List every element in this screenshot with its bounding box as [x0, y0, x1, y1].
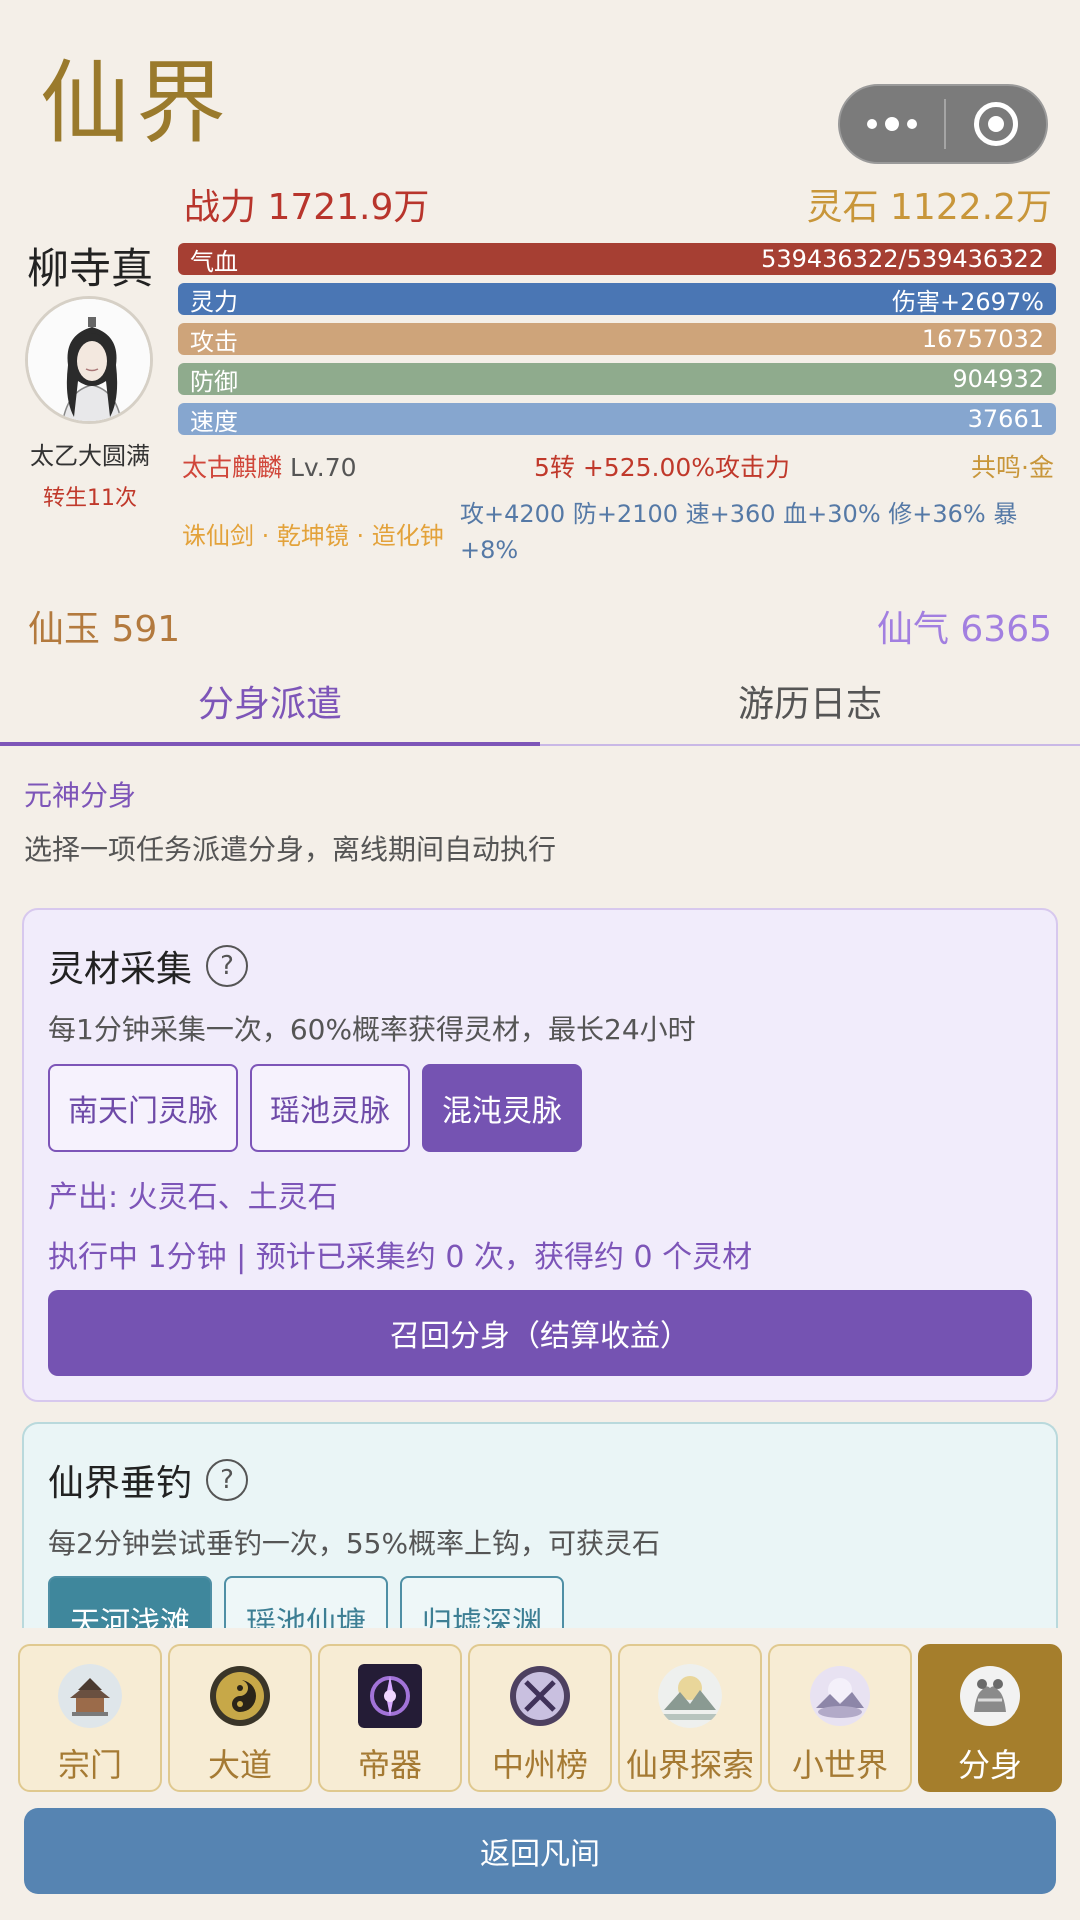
return-mortal-button[interactable]: 返回凡间 [24, 1808, 1056, 1894]
stat-value: 37661 [967, 405, 1044, 433]
nav-label: 仙界探索 [625, 1746, 754, 1784]
tab-clone-dispatch[interactable]: 分身派遣 [0, 660, 540, 746]
nav-immortal-explore[interactable]: 仙界探索 [618, 1644, 762, 1792]
nav-label: 宗门 [57, 1746, 122, 1784]
treasure-list: 诛仙剑 · 乾坤镜 · 造化钟 [182, 522, 444, 550]
stat-bar-spirit: 灵力 伤害+2697% [178, 283, 1056, 316]
fishing-card: 仙界垂钓 ? 每2分钟尝试垂钓一次，55%概率上钩，可获灵石 天河浅滩 瑶池仙塘… [22, 1422, 1058, 1642]
jade-count: 仙玉 591 [28, 609, 181, 650]
page-title: 仙界 [40, 51, 232, 156]
ranking-swords-icon [508, 1664, 572, 1728]
vein-options: 南天门灵脉 瑶池灵脉 混沌灵脉 [48, 1064, 582, 1152]
explore-mountain-icon [658, 1664, 722, 1728]
card-title: 仙界垂钓 ? [48, 1454, 249, 1506]
emperor-artifact-icon [358, 1664, 422, 1728]
stat-label: 速度 [190, 407, 238, 436]
bonus-stats: 攻+4200 防+2100 速+360 血+30% 修+36% 暴+8% [460, 500, 1018, 564]
stat-value: 904932 [952, 365, 1044, 393]
stat-bar-defense: 防御 904932 [178, 363, 1056, 396]
card-title: 灵材采集 ? [48, 940, 249, 992]
nav-label: 帝器 [357, 1746, 422, 1784]
beast-level: Lv.70 [289, 453, 357, 482]
small-world-icon [808, 1664, 872, 1728]
help-icon[interactable]: ? [206, 1459, 249, 1501]
resonance: 共鸣·金 [971, 453, 1054, 482]
nav-label: 大道 [207, 1746, 272, 1784]
help-icon[interactable]: ? [206, 945, 249, 987]
nav-label: 分身 [957, 1746, 1022, 1784]
recall-clone-button[interactable]: 召回分身（结算收益） [48, 1290, 1032, 1376]
section-description: 选择一项任务派遣分身，离线期间自动执行 [24, 833, 557, 866]
mini-program-capsule [838, 84, 1048, 164]
stat-label: 气血 [190, 247, 238, 276]
stat-bar-hp: 气血 539436322/539436322 [178, 243, 1056, 276]
avatar[interactable] [25, 296, 153, 424]
nav-small-world[interactable]: 小世界 [768, 1644, 912, 1792]
option-nantianmen-vein[interactable]: 南天门灵脉 [48, 1064, 238, 1152]
reincarnation-bonus: 5转 +525.00%攻击力 [534, 453, 791, 482]
nav-sect[interactable]: 宗门 [18, 1644, 162, 1792]
stat-label: 灵力 [190, 287, 238, 316]
tab-travel-log[interactable]: 游历日志 [540, 660, 1080, 744]
stat-bar-attack: 攻击 16757032 [178, 323, 1056, 356]
player-name: 柳寺真 [26, 244, 153, 293]
stat-value: 16757032 [921, 325, 1044, 353]
rebirth-count: 转生11次 [43, 486, 137, 511]
taiji-bagua-icon [208, 1664, 272, 1728]
output-text: 产出: 火灵石、土灵石 [48, 1180, 338, 1215]
bottom-navigation: 宗门 大道 帝器 中州榜 仙界探索 小世界 分身 返回凡间 [0, 1628, 1080, 1920]
status-text: 执行中 1分钟 | 预计已采集约 0 次，获得约 0 个灵材 [48, 1240, 753, 1275]
combat-power: 战力 1721.9万 [184, 187, 430, 228]
nav-label: 中州榜 [491, 1746, 588, 1784]
qi-count: 仙气 6365 [876, 609, 1052, 650]
gathering-card: 灵材采集 ? 每1分钟采集一次，60%概率获得灵材，最长24小时 南天门灵脉 瑶… [22, 908, 1058, 1402]
spirit-stone-count: 灵石 1122.2万 [806, 187, 1052, 228]
stat-label: 攻击 [190, 327, 238, 356]
card-description: 每2分钟尝试垂钓一次，55%概率上钩，可获灵石 [48, 1527, 661, 1560]
option-yaochi-vein[interactable]: 瑶池灵脉 [250, 1064, 410, 1152]
sect-temple-icon [58, 1664, 122, 1728]
beast-info: 太古麒麟 Lv.70 [182, 448, 357, 484]
card-title-text: 灵材采集 [48, 949, 193, 990]
card-description: 每1分钟采集一次，60%概率获得灵材，最长24小时 [48, 1013, 696, 1046]
more-dots-icon[interactable] [840, 86, 944, 162]
stat-label: 防御 [190, 367, 238, 396]
nav-dao[interactable]: 大道 [168, 1644, 312, 1792]
beast-name: 太古麒麟 [182, 453, 283, 482]
nav-zhongzhou-ranking[interactable]: 中州榜 [468, 1644, 612, 1792]
stat-bar-speed: 速度 37661 [178, 403, 1056, 436]
tab-bar: 分身派遣 游历日志 [0, 660, 1080, 746]
card-title-text: 仙界垂钓 [48, 1463, 193, 1504]
clone-icon [958, 1664, 1022, 1728]
stat-value: 伤害+2697% [892, 287, 1044, 316]
target-close-icon[interactable] [946, 86, 1046, 162]
stat-value: 539436322/539436322 [761, 245, 1044, 273]
nav-clone[interactable]: 分身 [918, 1644, 1062, 1792]
option-chaos-vein[interactable]: 混沌灵脉 [422, 1064, 582, 1152]
player-realm: 太乙大圆满 [30, 442, 150, 470]
nav-label: 小世界 [791, 1746, 888, 1784]
nav-emperor-artifact[interactable]: 帝器 [318, 1644, 462, 1792]
section-title: 元神分身 [24, 779, 137, 812]
